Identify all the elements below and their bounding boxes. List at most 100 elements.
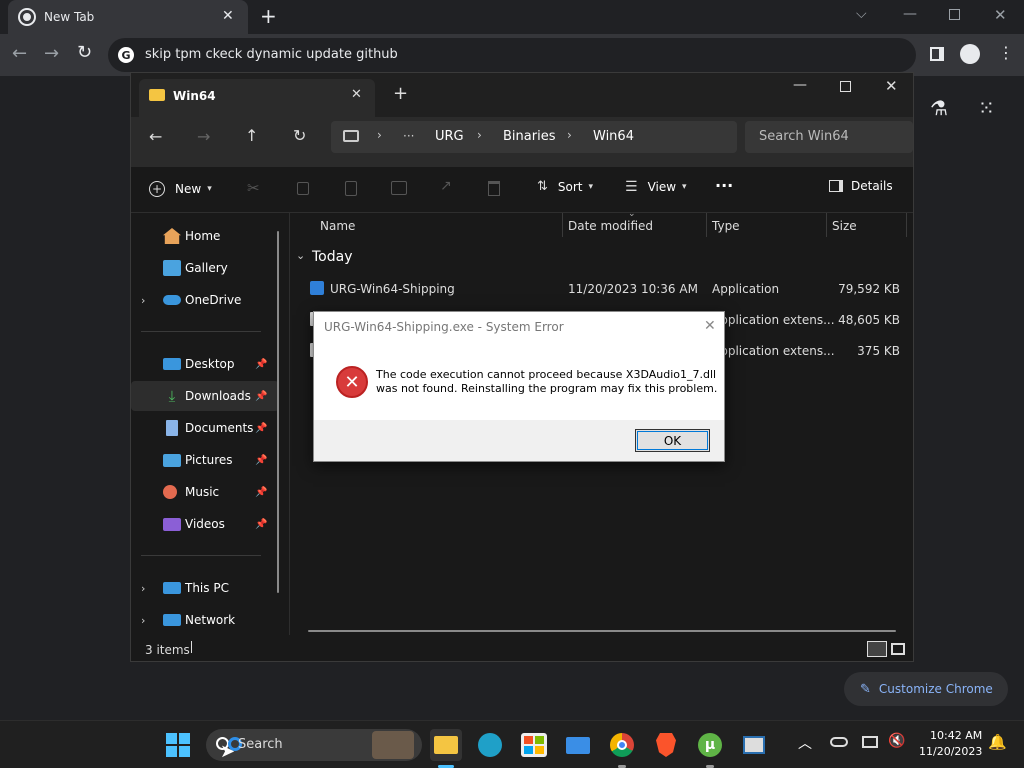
forward-arrow-icon[interactable]: →: [44, 43, 59, 64]
clock-date[interactable]: 11/20/2023: [919, 745, 982, 758]
column-header-size[interactable]: Size: [832, 219, 857, 233]
sidebar-item-pictures[interactable]: Pictures 📌: [131, 445, 279, 475]
profile-icon[interactable]: [960, 44, 980, 64]
sidebar-item-music[interactable]: Music 📌: [131, 477, 279, 507]
back-arrow-icon[interactable]: ←: [149, 127, 162, 146]
mail-icon[interactable]: [562, 729, 594, 761]
clock-time[interactable]: 10:42 AM: [930, 729, 982, 742]
chrome-taskbar-icon[interactable]: [606, 729, 638, 761]
sort-button[interactable]: ⇅ Sort ▾: [537, 179, 593, 194]
bookmark-side-panel-icon[interactable]: [930, 47, 944, 61]
pin-icon[interactable]: 📌: [255, 519, 267, 530]
paste-icon[interactable]: [345, 181, 357, 196]
copy-icon[interactable]: [297, 182, 309, 195]
notification-bell-icon[interactable]: 🔔: [988, 733, 1007, 751]
sidebar-item-documents[interactable]: Documents 📌: [131, 413, 279, 443]
show-hidden-icons-chevron[interactable]: ︿: [798, 733, 812, 753]
tab-search-chevron-icon[interactable]: ⌵: [856, 6, 867, 22]
new-tab-plus-icon[interactable]: +: [260, 4, 277, 28]
pin-icon[interactable]: 📌: [255, 487, 267, 498]
forward-arrow-icon[interactable]: →: [197, 127, 210, 146]
menu-dots-icon[interactable]: ⋮: [998, 43, 1014, 62]
sidebar-item-home[interactable]: Home: [131, 221, 279, 251]
chevron-down-icon[interactable]: ⌄: [296, 249, 305, 262]
new-button[interactable]: + New ▾: [149, 179, 212, 199]
chevron-right-icon[interactable]: ›: [141, 582, 145, 595]
utorrent-icon[interactable]: µ: [694, 729, 726, 761]
explorer-tab-win64[interactable]: Win64 ✕: [139, 79, 375, 117]
explorer-address-bar[interactable]: › ··· › URG › Binaries › Win64: [331, 121, 737, 153]
breadcrumb-more[interactable]: ···: [403, 129, 414, 143]
display-network-icon[interactable]: [862, 736, 878, 748]
column-header-name[interactable]: Name: [320, 219, 355, 233]
sidebar-item-gallery[interactable]: Gallery: [131, 253, 279, 283]
edge-icon[interactable]: [474, 729, 506, 761]
minimize-icon[interactable]: —: [903, 6, 917, 22]
close-tab-icon[interactable]: ✕: [222, 8, 234, 24]
sidebar-scrollbar[interactable]: [277, 231, 279, 593]
column-divider[interactable]: [706, 213, 707, 237]
reload-icon[interactable]: ↻: [77, 42, 92, 63]
back-arrow-icon[interactable]: ←: [12, 43, 27, 64]
apps-grid-icon[interactable]: ⁙: [978, 96, 995, 120]
sidebar-item-this-pc[interactable]: › This PC: [131, 573, 279, 603]
horizontal-scrollbar[interactable]: [308, 630, 896, 632]
pin-icon[interactable]: 📌: [255, 455, 267, 466]
breadcrumb-binaries[interactable]: Binaries: [503, 129, 555, 144]
rename-icon[interactable]: [391, 181, 407, 195]
group-header-today[interactable]: Today: [312, 249, 353, 265]
sidebar-item-onedrive[interactable]: › OneDrive: [131, 285, 279, 315]
pin-icon[interactable]: 📌: [255, 423, 267, 434]
sidebar-item-downloads[interactable]: ⤓ Downloads 📌: [131, 381, 279, 411]
customize-chrome-button[interactable]: ✎ Customize Chrome: [844, 672, 1008, 706]
column-header-date[interactable]: Date modified: [568, 219, 653, 233]
cut-icon[interactable]: ✂: [247, 179, 260, 197]
refresh-icon[interactable]: ↻: [293, 126, 306, 145]
address-text[interactable]: skip tpm ckeck dynamic update github: [145, 47, 398, 62]
column-divider[interactable]: [906, 213, 907, 237]
up-arrow-icon[interactable]: ↑: [245, 126, 258, 145]
explorer-new-tab-icon[interactable]: +: [393, 83, 408, 104]
column-header-type[interactable]: Type: [712, 219, 740, 233]
tiles-view-icon[interactable]: [891, 643, 905, 655]
file-explorer-taskbar-icon[interactable]: [430, 729, 462, 761]
column-divider[interactable]: [562, 213, 563, 237]
app-window-icon[interactable]: [738, 729, 770, 761]
error-x-icon: ✕: [336, 366, 368, 398]
explorer-minimize-icon[interactable]: —: [793, 77, 807, 93]
dialog-close-icon[interactable]: ✕: [704, 318, 716, 334]
brave-icon[interactable]: [650, 729, 682, 761]
share-icon[interactable]: ↗: [440, 178, 452, 194]
pin-icon[interactable]: 📌: [255, 391, 267, 402]
sidebar-item-videos[interactable]: Videos 📌: [131, 509, 279, 539]
chevron-right-icon[interactable]: ›: [141, 294, 145, 307]
restore-icon[interactable]: [949, 9, 960, 20]
details-button[interactable]: Details: [829, 179, 893, 193]
close-window-icon[interactable]: ✕: [994, 6, 1007, 24]
table-row[interactable]: URG-Win64-Shipping 11/20/2023 10:36 AM A…: [290, 275, 914, 303]
details-view-icon[interactable]: [867, 641, 887, 657]
explorer-close-icon[interactable]: ✕: [885, 77, 898, 95]
more-options-icon[interactable]: ···: [715, 176, 733, 195]
cloud-offline-icon[interactable]: [830, 737, 848, 747]
start-windows-icon[interactable]: [162, 729, 194, 761]
sidebar-item-desktop[interactable]: Desktop 📌: [131, 349, 279, 379]
ok-button[interactable]: OK: [635, 429, 710, 452]
explorer-maximize-icon[interactable]: [840, 81, 851, 92]
volume-muted-icon[interactable]: 🔇: [888, 733, 905, 749]
breadcrumb-win64[interactable]: Win64: [593, 129, 634, 144]
explorer-search-input[interactable]: Search Win64: [745, 121, 913, 153]
taskbar-search-box[interactable]: Search: [206, 729, 422, 761]
column-divider[interactable]: [826, 213, 827, 237]
address-bar[interactable]: G skip tpm ckeck dynamic update github: [108, 38, 916, 72]
labs-flask-icon[interactable]: ⚗: [930, 96, 948, 120]
close-tab-icon[interactable]: ✕: [351, 87, 362, 102]
breadcrumb-urg[interactable]: URG: [435, 129, 464, 144]
view-button[interactable]: ☰ View ▾: [625, 179, 687, 195]
chevron-right-icon[interactable]: ›: [141, 614, 145, 627]
delete-icon[interactable]: [488, 181, 500, 196]
sidebar-item-network[interactable]: › Network: [131, 605, 279, 635]
store-icon[interactable]: [518, 729, 550, 761]
tab-new-tab[interactable]: New Tab ✕: [8, 0, 248, 34]
pin-icon[interactable]: 📌: [255, 359, 267, 370]
